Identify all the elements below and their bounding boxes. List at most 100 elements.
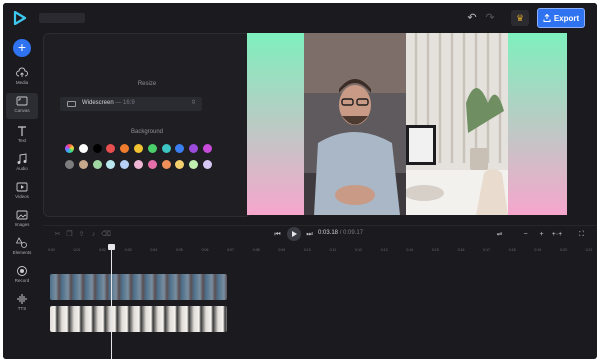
ruler-tick: 0:20	[560, 248, 567, 252]
ruler-tick: 0:08	[252, 248, 260, 252]
ruler-tick: 0:02	[99, 248, 106, 252]
color-swatch[interactable]	[65, 160, 74, 169]
timeline-ruler[interactable]: 0:00 0:01 0:02 0:03 0:04 0:05 0:06 0:07 0:08 0:09…	[43, 245, 597, 255]
color-swatch[interactable]	[78, 144, 88, 153]
sidebar-item-label: Text	[17, 138, 27, 143]
volume-icon[interactable]: ♪	[89, 230, 98, 239]
ruler-tick: 0:10	[304, 248, 311, 252]
ruler-tick: 0:18	[508, 248, 516, 252]
ruler-tick: 0:06	[201, 248, 209, 252]
color-swatch[interactable]	[147, 160, 157, 169]
sidebar-item-canvas[interactable]: Canvas	[6, 93, 38, 119]
sidebar-item-label: TTS	[17, 306, 27, 311]
ruler-tick: 0:09	[278, 248, 286, 252]
sidebar-item-images[interactable]: Images	[6, 207, 38, 233]
color-swatch[interactable]	[92, 144, 102, 153]
text-icon	[18, 126, 26, 136]
sidebar-item-videos[interactable]: Videos	[6, 179, 38, 205]
ruler-tick: 0:00	[48, 248, 55, 252]
color-swatch[interactable]	[106, 144, 116, 153]
color-swatch[interactable]	[189, 144, 199, 153]
color-swatch[interactable]	[120, 144, 130, 153]
ruler-tick: 0:05	[176, 248, 183, 252]
redo-icon[interactable]: ↷	[483, 11, 497, 25]
timeline-toolbar: ✂ ❐ ⇪ ♪ ⌫ ⏮ ⏭ 0:03.18 / 0:09.17 ⇌ − + +·…	[43, 225, 597, 243]
video-track-clip-2[interactable]	[50, 306, 227, 332]
sidebar-item-label: Elements	[12, 250, 32, 255]
image-icon	[16, 210, 28, 220]
export-label: Export	[553, 13, 580, 23]
skip-back-icon[interactable]: ⏮	[273, 230, 282, 239]
sidebar-item-elements[interactable]: Elements	[6, 235, 38, 261]
split-icon[interactable]: ⇌	[495, 230, 504, 239]
zoom-fit-icon[interactable]: +·+	[551, 230, 563, 239]
export-button[interactable]: Export	[537, 8, 585, 28]
color-swatch[interactable]	[134, 160, 143, 169]
sidebar-item-label: Images	[14, 222, 30, 227]
color-swatch[interactable]	[147, 144, 157, 153]
fullscreen-icon[interactable]: ⛶	[577, 230, 586, 239]
color-swatch[interactable]	[78, 160, 88, 169]
undo-icon[interactable]: ↶	[465, 11, 479, 25]
record-icon	[17, 266, 27, 276]
scissors-icon[interactable]: ✂	[53, 230, 62, 239]
ruler-tick: 0:11	[329, 248, 337, 252]
project-title[interactable]	[39, 13, 85, 23]
color-swatch[interactable]	[92, 160, 102, 169]
arrange-icon[interactable]: ⇪	[77, 230, 86, 239]
aspect-name: Widescreen	[82, 100, 114, 106]
ruler-tick: 0:12	[355, 248, 362, 252]
ruler-tick: 0:21	[585, 248, 593, 252]
playhead[interactable]	[111, 244, 112, 359]
upload-icon	[543, 14, 551, 22]
waveform-icon	[17, 294, 27, 304]
skip-forward-icon[interactable]: ⏭	[305, 230, 314, 239]
playhead-handle[interactable]	[108, 244, 115, 250]
ruler-tick: 0:19	[534, 248, 542, 252]
ruler-tick: 0:15	[432, 248, 439, 252]
trash-icon[interactable]: ⌫	[101, 230, 111, 239]
premium-crown-icon[interactable]: ♛	[511, 10, 529, 26]
sidebar-item-tts[interactable]: TTS	[6, 291, 38, 317]
sidebar-item-audio[interactable]: Audio	[6, 151, 38, 177]
duplicate-icon[interactable]: ❐	[65, 230, 74, 239]
color-swatch[interactable]	[203, 144, 212, 153]
cloud-upload-icon	[16, 67, 28, 77]
aspect-ratio-select[interactable]: Widescreen — 16:9 ⇳	[60, 97, 202, 111]
sidebar-item-media[interactable]: Media	[6, 65, 38, 91]
video-frame-desk	[406, 33, 508, 215]
play-button[interactable]	[287, 227, 301, 241]
background-heading: Background	[130, 129, 164, 135]
add-plus-button[interactable]: +	[13, 39, 31, 57]
color-wheel-swatch[interactable]	[65, 144, 74, 153]
color-swatch[interactable]	[134, 144, 143, 153]
canvas-icon	[16, 96, 28, 106]
play-icon	[292, 231, 297, 237]
ruler-tick: 0:14	[406, 248, 414, 252]
sidebar: + Media Canvas Text Audio Videos Images …	[3, 33, 41, 359]
canvas-settings-panel: Resize Widescreen — 16:9 ⇳ Background	[43, 33, 251, 217]
zoom-out-icon[interactable]: −	[521, 230, 530, 239]
video-preview[interactable]	[247, 33, 567, 215]
color-swatch[interactable]	[120, 160, 130, 169]
sidebar-item-text[interactable]: Text	[6, 123, 38, 149]
color-swatch[interactable]	[161, 144, 171, 153]
chevron-updown-icon: ⇳	[190, 100, 196, 106]
color-swatch[interactable]	[175, 144, 185, 153]
color-swatch[interactable]	[106, 160, 116, 169]
screen-icon	[67, 101, 76, 107]
zoom-in-icon[interactable]: +	[537, 230, 546, 239]
video-track-clip-1[interactable]	[50, 274, 227, 300]
top-bar: ↶ ↷ ♛ Export	[3, 3, 597, 33]
sidebar-item-label: Media	[15, 80, 29, 85]
ruler-tick: 0:16	[457, 248, 465, 252]
color-swatch[interactable]	[203, 160, 212, 169]
color-swatch[interactable]	[161, 160, 171, 169]
color-swatch[interactable]	[175, 160, 185, 169]
sidebar-item-label: Canvas	[14, 108, 30, 113]
sidebar-item-label: Videos	[15, 194, 29, 199]
sidebar-item-record[interactable]: Record	[6, 263, 38, 289]
color-swatch[interactable]	[189, 160, 199, 169]
ruler-tick: 0:01	[73, 248, 81, 252]
video-icon	[16, 182, 28, 192]
